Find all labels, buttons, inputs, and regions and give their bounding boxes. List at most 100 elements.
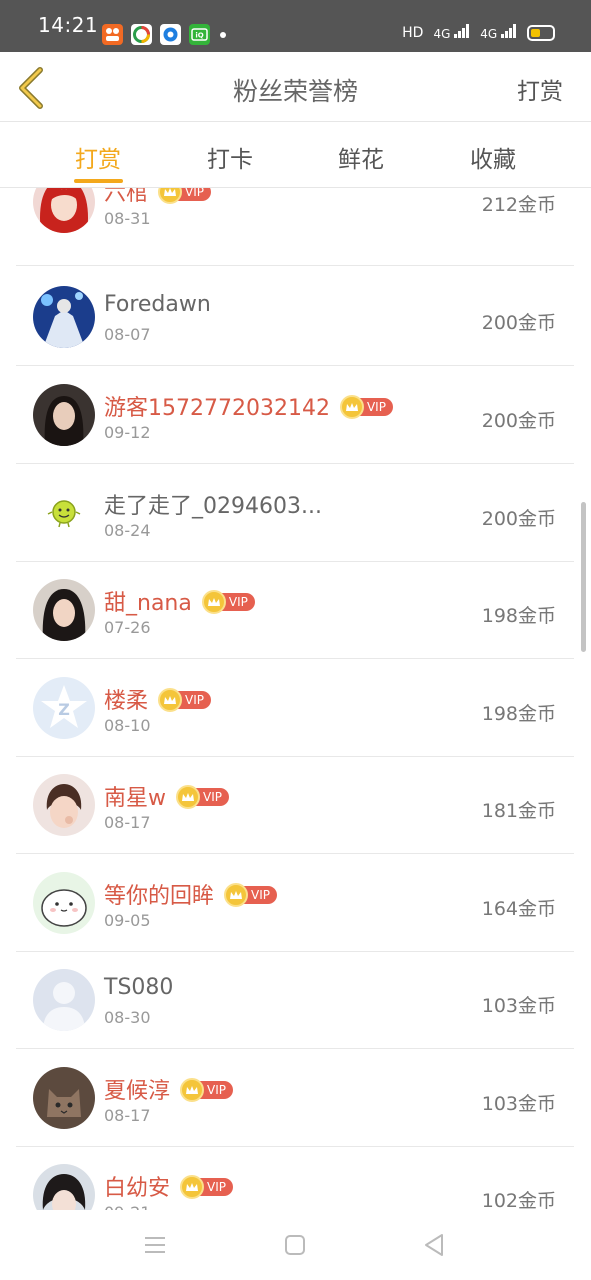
app-icon-orange (102, 24, 123, 45)
fan-date: 08-17 (104, 1106, 151, 1125)
avatar[interactable] (33, 579, 95, 641)
avatar[interactable] (33, 188, 95, 233)
fan-name: 游客1572772032142 VIP (104, 390, 393, 422)
crown-icon (224, 883, 249, 907)
crown-icon (176, 785, 200, 809)
crown-icon (180, 1078, 205, 1102)
fan-name: 南星w VIP (104, 780, 229, 812)
vip-badge: VIP (180, 1175, 233, 1199)
fan-name: TS080 (104, 975, 174, 1000)
app-icon-blue (160, 24, 181, 45)
tab-reward[interactable]: 打赏 (48, 140, 148, 174)
vip-badge: VIP (339, 395, 393, 419)
avatar[interactable] (33, 1067, 95, 1129)
fan-name: 等你的回眸 VIP (104, 878, 277, 910)
avatar[interactable]: Z (33, 677, 95, 739)
fan-date: 08-31 (104, 209, 151, 228)
list-item[interactable]: 游客1572772032142 VIP 09-12 200金币 (16, 366, 574, 464)
fan-name-text: 等你的回眸 (104, 884, 215, 909)
avatar[interactable] (33, 482, 95, 544)
fan-date: 09-05 (104, 911, 151, 930)
system-nav-bar (0, 1210, 591, 1280)
avatar[interactable] (33, 1164, 95, 1210)
notification-dot-icon (220, 31, 226, 38)
fan-date: 07-26 (104, 618, 151, 637)
signal-label-2: 4G (480, 27, 498, 41)
fan-date: 08-10 (104, 716, 151, 735)
vip-badge: VIP (224, 883, 277, 907)
tab-bar: 打赏 打卡 鲜花 收藏 (0, 122, 591, 188)
avatar[interactable] (33, 969, 95, 1031)
list-item[interactable]: 走了走了_0294603... 08-24 200金币 (16, 464, 574, 562)
fan-name: 白幼安 VIP (104, 1170, 233, 1202)
fan-date: 08-17 (104, 813, 151, 832)
fan-list[interactable]: 六棺 VIP 08-31 212金币 Foredawn 08-07 200金币 游… (0, 188, 591, 1210)
fan-amount: 198金币 (481, 605, 556, 627)
fan-date: 08-24 (104, 521, 151, 540)
fan-name-text: 六棺 (104, 188, 149, 206)
fan-amount: 200金币 (481, 312, 556, 334)
avatar[interactable] (33, 872, 95, 934)
list-item[interactable]: Z 楼柔 VIP 08-10 198金币 (16, 659, 574, 757)
crown-icon (339, 395, 364, 419)
fan-date: 09-21 (104, 1203, 151, 1210)
battery-icon (527, 24, 555, 41)
list-item[interactable]: TS080 08-30 103金币 (16, 951, 574, 1049)
fan-amount: 200金币 (481, 410, 556, 432)
crown-icon (158, 188, 183, 204)
signal-icon-2: 4G (480, 24, 517, 41)
menu-button[interactable] (140, 1230, 170, 1260)
fan-name: 楼柔 VIP (104, 683, 211, 715)
iqiyi-icon: iQ (189, 24, 210, 45)
home-button[interactable] (280, 1230, 310, 1260)
fan-name-text: 白幼安 (104, 1176, 171, 1201)
fan-name: Foredawn (104, 292, 211, 317)
list-item[interactable]: 夏候淳 VIP 08-17 103金币 (16, 1049, 574, 1147)
fan-amount: 200金币 (481, 508, 556, 530)
vip-badge: VIP (158, 688, 211, 712)
signal-label: 4G (433, 27, 451, 41)
list-item[interactable]: 南星w VIP 08-17 181金币 (16, 756, 574, 854)
menu-icon (145, 1237, 165, 1253)
fan-amount: 212金币 (481, 194, 556, 216)
fan-amount: 102金币 (481, 1190, 556, 1210)
tab-favorites[interactable]: 收藏 (443, 140, 543, 174)
fan-date: 09-12 (104, 423, 151, 442)
status-bar: 14:21 iQ HD 4G 4G (0, 0, 591, 52)
status-time: 14:21 (38, 13, 99, 37)
list-item[interactable]: 六棺 VIP 08-31 212金币 (16, 188, 574, 266)
back-nav-button[interactable] (420, 1230, 450, 1260)
list-item[interactable]: 等你的回眸 VIP 09-05 164金币 (16, 854, 574, 952)
crown-icon (201, 590, 226, 614)
list-item[interactable]: 白幼安 VIP 09-21 102金币 (16, 1146, 574, 1210)
fan-name: 夏候淳 VIP (104, 1073, 233, 1105)
fan-name-text: 楼柔 (104, 689, 149, 714)
fan-amount: 181金币 (481, 800, 556, 822)
browser-icon (131, 24, 152, 45)
fan-amount: 198金币 (481, 703, 556, 725)
list-item[interactable]: 甜_nana VIP 07-26 198金币 (16, 561, 574, 659)
active-tab-indicator (74, 179, 123, 183)
avatar[interactable] (33, 774, 95, 836)
vip-badge: VIP (180, 1078, 233, 1102)
scrollbar[interactable] (581, 502, 586, 652)
triangle-back-icon (425, 1234, 443, 1256)
list-item[interactable]: Foredawn 08-07 200金币 (16, 268, 574, 366)
fan-date: 08-07 (104, 325, 151, 344)
fan-name-text: 甜_nana (104, 591, 192, 616)
vip-badge: VIP (176, 785, 229, 809)
status-indicators: HD 4G 4G (402, 24, 555, 41)
reward-button[interactable]: 打赏 (517, 72, 563, 106)
avatar[interactable] (33, 384, 95, 446)
svg-text:iQ: iQ (195, 32, 203, 40)
hd-indicator: HD (402, 24, 424, 41)
fan-name: 甜_nana VIP (104, 585, 255, 617)
crown-icon (158, 688, 183, 712)
svg-text:Z: Z (58, 700, 70, 719)
crown-icon (180, 1175, 205, 1199)
tab-checkin[interactable]: 打卡 (180, 140, 280, 174)
fan-name-text: 南星w (104, 786, 166, 811)
avatar[interactable] (33, 286, 95, 348)
tab-flowers[interactable]: 鲜花 (311, 140, 411, 174)
fan-name-text: 游客1572772032142 (104, 396, 330, 421)
